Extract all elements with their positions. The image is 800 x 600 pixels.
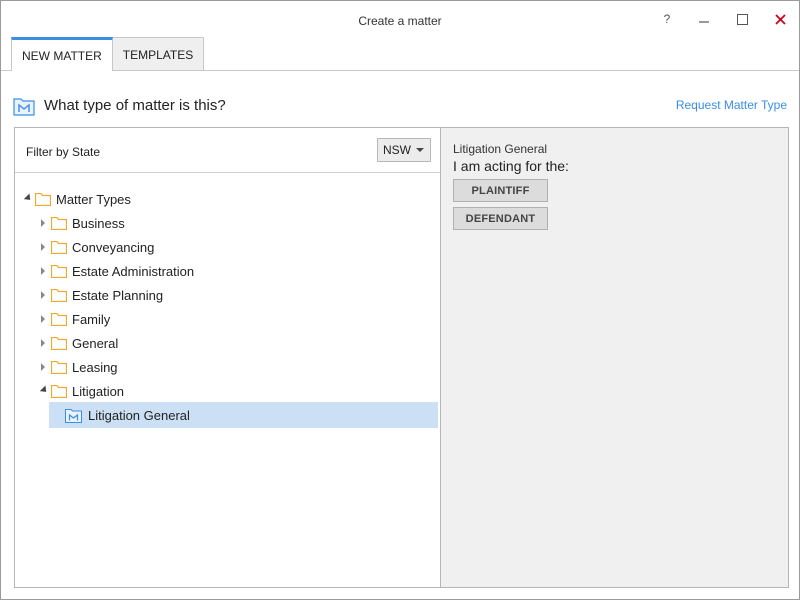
folder-icon [51, 216, 67, 230]
help-button[interactable]: ? [653, 7, 681, 31]
folder-icon [51, 240, 67, 254]
expand-arrow-icon[interactable] [37, 265, 49, 277]
tree-node-label: Leasing [72, 359, 118, 375]
tree-node-label: General [72, 335, 119, 351]
matter-icon [65, 408, 82, 423]
tree-node-matter-types[interactable]: Matter Types [21, 187, 131, 211]
tree-node-family[interactable]: Family [37, 307, 110, 331]
matter-details-panel: Litigation General I am acting for the: … [441, 128, 788, 587]
collapse-arrow-icon[interactable] [21, 192, 34, 205]
selected-matter-label: Litigation General [453, 142, 548, 156]
page-title: What type of matter is this? [44, 97, 226, 114]
filter-row: Filter by State NSW [15, 128, 440, 173]
filter-label: Filter by State [26, 145, 101, 159]
tree-node-business[interactable]: Business [37, 211, 125, 235]
tree-node-label: Matter Types [56, 191, 131, 207]
expand-arrow-icon[interactable] [37, 217, 49, 229]
folder-icon [51, 264, 67, 278]
create-matter-window: Create a matter ? NEW MATTER TEMPLATES W… [0, 0, 800, 600]
tab-templates[interactable]: TEMPLATES [112, 37, 205, 71]
request-matter-type-link[interactable]: Request Matter Type [676, 98, 787, 112]
state-dropdown-value: NSW [383, 143, 411, 157]
matter-tree-panel: Filter by State NSW Matter Types Busines… [15, 128, 441, 587]
tree-node-litigation[interactable]: Litigation [37, 379, 124, 403]
chevron-down-icon [416, 148, 424, 152]
plaintiff-button[interactable]: PLAINTIFF [453, 179, 548, 202]
tree-node-label: Estate Administration [72, 263, 195, 279]
folder-icon [35, 192, 51, 206]
expand-arrow-icon[interactable] [37, 289, 49, 301]
tree-node-estate-administration[interactable]: Estate Administration [37, 259, 194, 283]
title-bar: Create a matter ? [1, 1, 799, 37]
tree-node-litigation-general[interactable]: Litigation General [49, 402, 438, 428]
tree-node-label: Litigation [72, 383, 125, 399]
tree-node-estate-planning[interactable]: Estate Planning [37, 283, 163, 307]
tree-node-conveyancing[interactable]: Conveyancing [37, 235, 154, 259]
tree-node-label: Estate Planning [72, 287, 164, 303]
tab-new-matter[interactable]: NEW MATTER [11, 37, 113, 71]
tab-divider [1, 70, 799, 71]
expand-arrow-icon[interactable] [37, 361, 49, 373]
acting-for-prompt: I am acting for the: [453, 158, 569, 174]
folder-icon [51, 312, 67, 326]
tree-node-label: Family [72, 311, 111, 327]
defendant-button[interactable]: DEFENDANT [453, 207, 548, 230]
content-area: Filter by State NSW Matter Types Busines… [14, 127, 789, 588]
folder-icon [51, 384, 67, 398]
expand-arrow-icon[interactable] [37, 313, 49, 325]
collapse-arrow-icon[interactable] [37, 384, 50, 397]
expand-arrow-icon[interactable] [37, 337, 49, 349]
matter-icon [13, 96, 35, 121]
tree-node-label: Conveyancing [72, 239, 155, 255]
tab-strip: NEW MATTER TEMPLATES [11, 37, 205, 71]
folder-icon [51, 360, 67, 374]
minimize-button[interactable] [690, 7, 718, 31]
expand-arrow-icon[interactable] [37, 241, 49, 253]
close-button[interactable] [766, 7, 794, 31]
maximize-button[interactable] [728, 7, 756, 31]
state-dropdown[interactable]: NSW [377, 138, 431, 162]
folder-icon [51, 336, 67, 350]
tree-node-label: Litigation General [88, 407, 190, 423]
minimize-icon [699, 21, 709, 23]
tree-node-leasing[interactable]: Leasing [37, 355, 118, 379]
folder-icon [51, 288, 67, 302]
tree-node-label: Business [72, 215, 125, 231]
close-icon [774, 13, 786, 25]
tree-node-general[interactable]: General [37, 331, 118, 355]
maximize-icon [736, 13, 748, 25]
